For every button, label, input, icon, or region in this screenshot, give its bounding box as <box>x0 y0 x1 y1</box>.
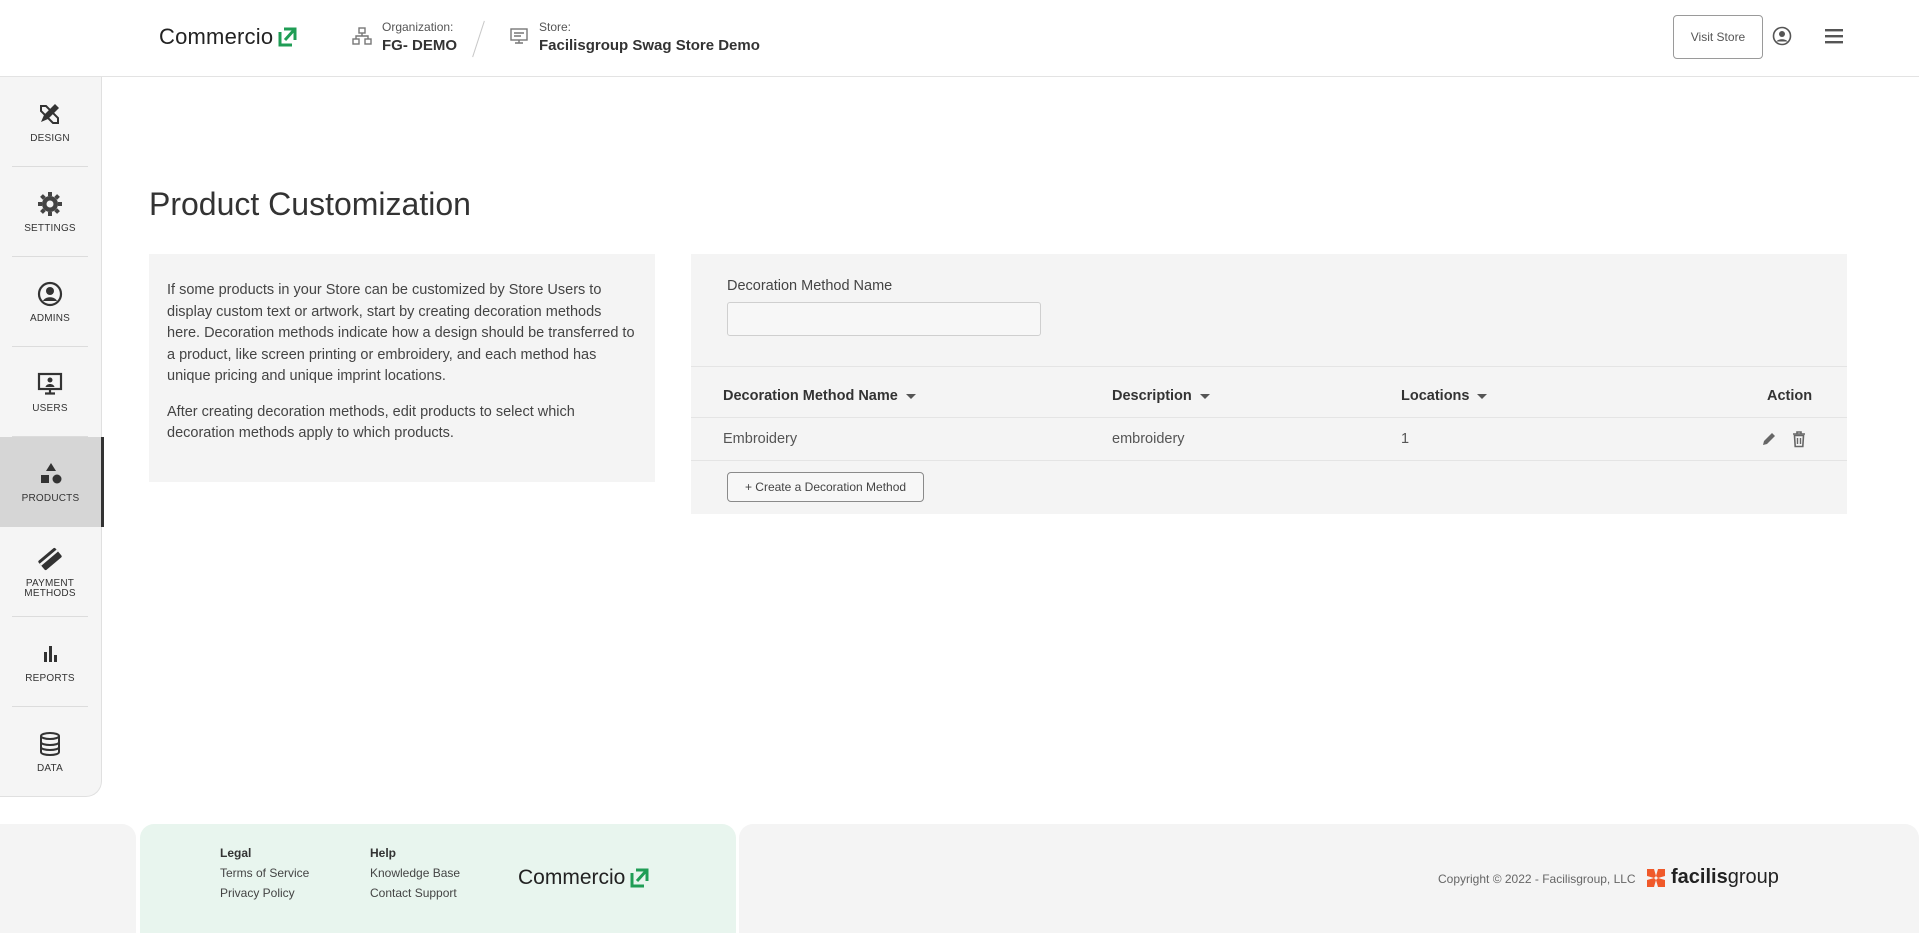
logo-text: Commercio <box>159 24 274 49</box>
admin-user-icon <box>37 281 63 306</box>
organization-selector[interactable]: Organization: FG- DEMO <box>352 20 457 56</box>
footer-legal-column: Legal Terms of Service Privacy Policy <box>220 843 309 903</box>
sidebar-label-users: USERS <box>32 402 68 414</box>
facilisgroup-text-light: group <box>1727 866 1779 888</box>
store-monitor-icon <box>510 28 528 44</box>
footer-copyright-panel: Copyright © 2022 - Facilisgroup, LLC fac… <box>739 824 1919 933</box>
delete-trash-icon[interactable] <box>1791 430 1807 448</box>
top-header: Commercio Organization: FG- DEMO Store: … <box>0 0 1919 77</box>
sidebar-item-admins[interactable]: ADMINS <box>12 257 88 347</box>
footer-commercio-logo: Commercio <box>518 866 649 890</box>
org-value: FG- DEMO <box>382 37 457 54</box>
footer-help-column: Help Knowledge Base Contact Support <box>370 843 460 903</box>
cell-description: embroidery <box>1112 431 1185 447</box>
sidebar-item-settings[interactable]: SETTINGS <box>12 167 88 257</box>
sidebar-item-design[interactable]: DESIGN <box>12 77 88 167</box>
sort-caret-icon <box>1199 393 1210 399</box>
store-selector[interactable]: Store: Facilisgroup Swag Store Demo <box>509 20 760 56</box>
footer-links-panel: Legal Terms of Service Privacy Policy He… <box>140 824 736 933</box>
column-header-description-label: Description <box>1112 388 1192 404</box>
store-value: Facilisgroup Swag Store Demo <box>539 37 760 54</box>
cell-locations: 1 <box>1401 431 1410 447</box>
sidebar-item-payment-methods[interactable]: PAYMENT METHODS <box>12 527 88 617</box>
sort-caret-icon <box>1477 393 1488 399</box>
store-label: Store: <box>539 20 572 34</box>
sidebar-item-reports[interactable]: REPORTS <box>12 617 88 707</box>
divider <box>691 460 1847 461</box>
org-label: Organization: <box>382 20 454 34</box>
sidebar-item-data[interactable]: DATA <box>12 707 88 797</box>
footer-legal-heading: Legal <box>220 846 252 860</box>
footer-left-panel <box>0 824 136 933</box>
sidebar-label-settings: SETTINGS <box>24 222 76 234</box>
gear-icon <box>38 191 62 216</box>
sidebar-label-payment-methods: PAYMENT METHODS <box>24 577 76 599</box>
commercio-logo[interactable]: Commercio <box>159 24 297 50</box>
bar-chart-icon <box>44 645 57 662</box>
sidebar-label-data: DATA <box>37 763 63 774</box>
info-panel: If some products in your Store can be cu… <box>149 254 655 482</box>
shapes-icon <box>40 463 61 484</box>
facilisgroup-mark-icon <box>1647 868 1665 887</box>
divider <box>691 366 1847 367</box>
filter-label: Decoration Method Name <box>727 278 893 294</box>
column-header-action: Action <box>1767 388 1812 404</box>
decoration-method-name-filter-input[interactable] <box>727 302 1041 336</box>
footer-logo-text: Commercio <box>518 866 626 889</box>
contact-support-link[interactable]: Contact Support <box>370 883 460 903</box>
design-icon <box>40 103 59 124</box>
knowledge-base-link[interactable]: Knowledge Base <box>370 863 460 883</box>
sidebar-label-reports: REPORTS <box>25 672 75 684</box>
account-icon[interactable] <box>1772 26 1792 46</box>
copyright-text: Copyright © 2022 - Facilisgroup, LLC <box>1438 872 1636 886</box>
column-header-locations[interactable]: Locations <box>1401 388 1488 404</box>
sidebar-label-design: DESIGN <box>30 132 70 144</box>
sidebar-label-admins: ADMINS <box>29 312 71 324</box>
facilisgroup-text: facilisgroup <box>1671 866 1779 889</box>
column-header-name[interactable]: Decoration Method Name <box>723 388 916 404</box>
sidebar-item-users[interactable]: USERS <box>12 347 88 437</box>
decoration-methods-card: Decoration Method Name Decoration Method… <box>691 254 1847 514</box>
info-paragraph-1: If some products in your Store can be cu… <box>167 282 635 384</box>
hamburger-menu-icon[interactable] <box>1823 26 1845 46</box>
privacy-policy-link[interactable]: Privacy Policy <box>220 883 309 903</box>
org-hierarchy-icon <box>352 27 372 45</box>
logo-mark-icon <box>630 868 649 888</box>
payment-card-icon <box>38 547 62 570</box>
visit-store-button[interactable]: Visit Store <box>1673 15 1763 59</box>
sidebar-nav: DESIGN SETTINGS ADMINS USERS PRODUCTS PA… <box>0 77 104 797</box>
database-icon <box>40 732 60 756</box>
column-header-description[interactable]: Description <box>1112 388 1210 404</box>
divider <box>691 417 1847 418</box>
facilisgroup-logo: facilisgroup <box>1645 866 1779 889</box>
users-monitor-icon <box>37 372 63 395</box>
terms-of-service-link[interactable]: Terms of Service <box>220 863 309 883</box>
column-header-name-label: Decoration Method Name <box>723 388 898 404</box>
column-header-action-label: Action <box>1767 388 1813 404</box>
logo-mark-icon <box>278 27 297 47</box>
header-separator <box>472 20 485 58</box>
edit-pencil-icon[interactable] <box>1761 430 1777 448</box>
create-decoration-method-button[interactable]: + Create a Decoration Method <box>727 472 924 502</box>
cell-name: Embroidery <box>723 431 798 447</box>
sidebar-item-products[interactable]: PRODUCTS <box>0 437 104 527</box>
info-paragraph-2: After creating decoration methods, edit … <box>167 403 575 442</box>
facilisgroup-text-bold: facilis <box>1671 866 1728 888</box>
sidebar-label-products: PRODUCTS <box>21 493 80 504</box>
column-header-locations-label: Locations <box>1401 388 1470 404</box>
footer-help-heading: Help <box>370 846 397 860</box>
page-title: Product Customization <box>149 186 471 222</box>
sort-caret-icon <box>905 393 916 399</box>
